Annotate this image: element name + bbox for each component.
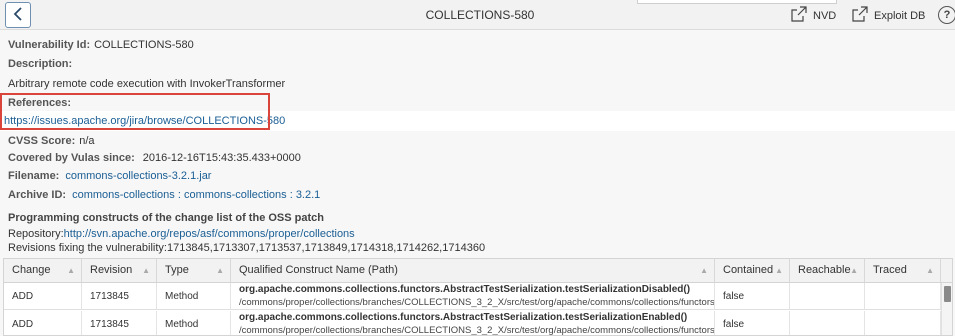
- chevron-left-icon: [13, 6, 23, 24]
- sort-icon: ▲: [850, 266, 858, 275]
- sort-icon: ▲: [775, 266, 783, 275]
- construct-name: org.apache.commons.collections.functors.…: [239, 284, 691, 295]
- page-title: COLLECTIONS-580: [425, 8, 535, 22]
- column-header-change[interactable]: Change ▲: [4, 259, 82, 282]
- column-header-revision[interactable]: Revision ▲: [82, 259, 157, 282]
- vulnerability-id-row: Vulnerability Id: COLLECTIONS-580: [8, 39, 194, 51]
- repository-link[interactable]: http://svn.apache.org/repos/asf/commons/…: [64, 228, 355, 240]
- cell-revision: 1713845: [82, 311, 157, 335]
- column-header-construct[interactable]: Qualified Construct Name (Path) ▲: [231, 259, 715, 282]
- column-header-traced[interactable]: Traced ▲: [865, 259, 941, 282]
- table-scrollbar[interactable]: [941, 283, 952, 335]
- archive-row: Archive ID: commons-collections : commons…: [8, 189, 320, 201]
- column-header-type[interactable]: Type ▲: [157, 259, 231, 282]
- help-icon: ?: [943, 9, 951, 21]
- revisions-text: Revisions fixing the vulnerability:17138…: [8, 242, 486, 254]
- nvd-button[interactable]: NVD: [791, 6, 836, 25]
- construct-path: /commons/proper/collections/branches/COL…: [239, 325, 715, 336]
- change-list-table: Change ▲ Revision ▲ Type ▲ Qualified Constr…: [3, 258, 953, 336]
- sort-icon: ▲: [700, 266, 708, 275]
- cvss-row: CVSS Score: n/a: [8, 135, 95, 147]
- cell-traced: [865, 311, 941, 335]
- nvd-label: NVD: [813, 9, 837, 22]
- external-link-icon: [852, 6, 874, 25]
- scrollbar-thumb[interactable]: [944, 286, 951, 302]
- revisions-row: Revisions fixing the vulnerability:17138…: [8, 242, 485, 254]
- cvss-value: n/a: [79, 135, 95, 147]
- back-button[interactable]: [5, 2, 31, 28]
- description-value-row: Arbitrary remote code execution with Inv…: [8, 78, 285, 90]
- patch-heading: Programming constructs of the change lis…: [8, 212, 324, 224]
- table-row[interactable]: ADD 1713845 Method org.apache.commons.co…: [4, 283, 952, 310]
- popover-edge: [637, 0, 837, 4]
- construct-path: /commons/proper/collections/branches/COL…: [239, 297, 715, 308]
- cell-construct: org.apache.commons.collections.functors.…: [231, 283, 715, 309]
- table-header: Change ▲ Revision ▲ Type ▲ Qualified Constr…: [4, 259, 952, 283]
- filename-label: Filename:: [8, 170, 60, 182]
- filename-link[interactable]: commons-collections-3.2.1.jar: [65, 170, 211, 182]
- cell-revision: 1713845: [82, 283, 157, 309]
- cvss-label: CVSS Score:: [8, 135, 76, 147]
- archive-label: Archive ID:: [8, 189, 67, 201]
- external-link-icon: [791, 6, 813, 25]
- cell-type: Method: [157, 311, 231, 335]
- sort-icon: ▲: [216, 266, 224, 275]
- column-header-contained[interactable]: Contained ▲: [715, 259, 790, 282]
- cell-reachable: [790, 283, 865, 309]
- repository-row: Repository:http://svn.apache.org/repos/a…: [8, 228, 355, 240]
- description-value: Arbitrary remote code execution with Inv…: [8, 78, 286, 90]
- highlight-box: [0, 93, 270, 130]
- sort-icon: ▲: [67, 266, 75, 275]
- patch-heading-row: Programming constructs of the change lis…: [8, 212, 324, 224]
- cell-change: ADD: [4, 311, 82, 335]
- construct-name: org.apache.commons.collections.functors.…: [239, 312, 688, 323]
- page-header: COLLECTIONS-580 NVD Exploit DB ?: [0, 0, 955, 30]
- cell-contained: false: [715, 311, 790, 335]
- repository-label: Repository:: [8, 228, 64, 240]
- sort-icon: ▲: [926, 266, 934, 275]
- cell-traced: [865, 283, 941, 309]
- exploit-db-label: Exploit DB: [874, 9, 926, 22]
- description-label: Description:: [8, 58, 73, 70]
- help-button[interactable]: ?: [938, 6, 955, 24]
- cell-change: ADD: [4, 283, 82, 309]
- covered-row: Covered by Vulas since: 2016-12-16T15:43:…: [8, 152, 301, 164]
- covered-label: Covered by Vulas since:: [8, 152, 135, 164]
- exploit-db-button[interactable]: Exploit DB: [852, 6, 925, 25]
- vulnerability-id-value: COLLECTIONS-580: [94, 39, 194, 51]
- covered-value: 2016-12-16T15:43:35.433+0000: [142, 152, 301, 164]
- vulnerability-id-label: Vulnerability Id:: [8, 39, 91, 51]
- description-label-row: Description:: [8, 58, 72, 70]
- cell-construct: org.apache.commons.collections.functors.…: [231, 311, 715, 336]
- cell-contained: false: [715, 283, 790, 309]
- cell-type: Method: [157, 283, 231, 309]
- column-header-reachable[interactable]: Reachable ▲: [790, 259, 865, 282]
- cell-reachable: [790, 311, 865, 335]
- table-row[interactable]: ADD 1713845 Method org.apache.commons.co…: [4, 311, 952, 336]
- sort-icon: ▲: [142, 266, 150, 275]
- archive-link[interactable]: commons-collections : commons-collection…: [72, 189, 320, 201]
- filename-row: Filename: commons-collections-3.2.1.jar: [8, 170, 211, 182]
